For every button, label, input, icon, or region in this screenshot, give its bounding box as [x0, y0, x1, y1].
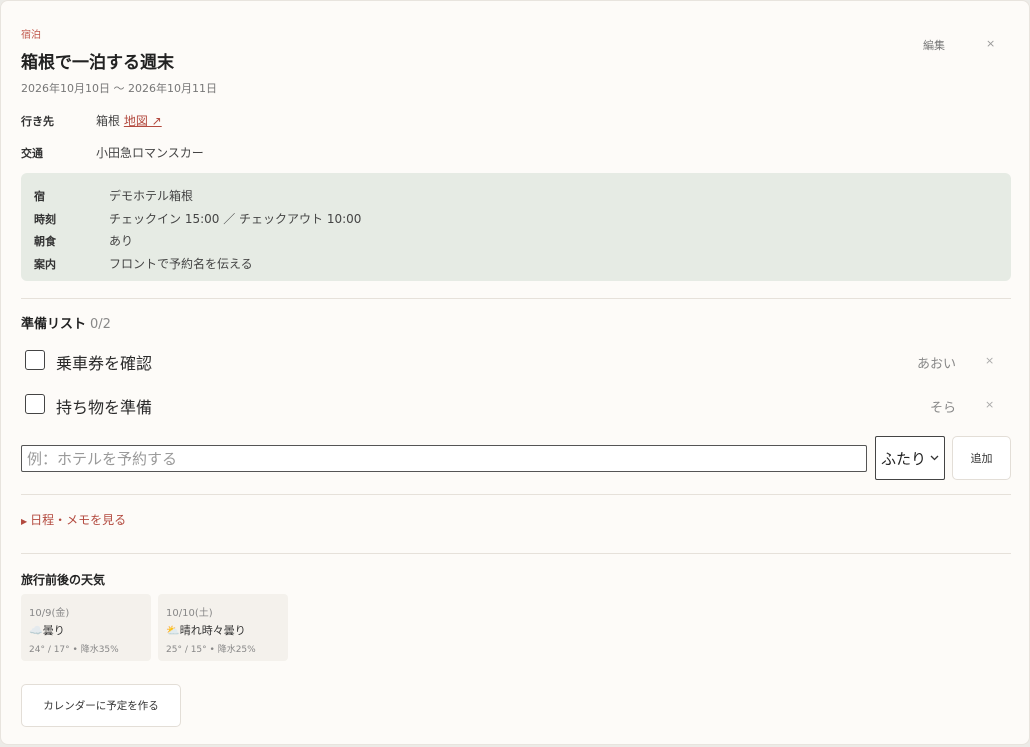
task-assignee: あおい	[917, 357, 957, 372]
hotel-info-box: 宿 デモホテル箱根 時刻 チェックイン 15:00 ／ チェックアウト 10:0…	[21, 173, 1011, 281]
divider	[21, 553, 1011, 554]
weather-date: 10/9(金)	[29, 608, 70, 619]
destination-row: 箱根 地図 ↗	[96, 112, 162, 129]
sun-cloud-icon: ⛅	[166, 624, 180, 637]
task-delete-button[interactable]: ×	[985, 354, 994, 367]
map-link[interactable]: 地図 ↗	[124, 114, 162, 128]
memo-toggle[interactable]: ▶ 日程・メモを見る	[21, 511, 126, 528]
cloud-icon: ☁️	[29, 624, 43, 637]
divider	[21, 298, 1011, 299]
trip-detail-card: 宿泊 箱根で一泊する週末 2026年10月10日 〜 2026年10月11日 編…	[0, 0, 1030, 745]
triangle-right-icon: ▶	[21, 517, 28, 526]
weather-card: 10/10(土) ⛅晴れ時々曇り 25° / 15° • 降水25%	[158, 594, 288, 661]
weather-title: 旅行前後の天気	[21, 573, 106, 587]
destination-label: 行き先	[21, 115, 54, 128]
weather-condition: ☁️曇り	[29, 622, 65, 638]
divider	[21, 494, 1011, 495]
task-checkbox[interactable]	[25, 394, 45, 414]
checklist-title-text: 準備リスト	[21, 317, 87, 332]
weather-condition: ⛅晴れ時々曇り	[166, 622, 246, 638]
weather-date: 10/10(土)	[166, 608, 213, 619]
destination-value: 箱根	[96, 114, 121, 128]
close-button[interactable]: ×	[982, 35, 999, 52]
checklist-title: 準備リスト 0/2	[21, 313, 111, 332]
task-delete-button[interactable]: ×	[985, 398, 994, 411]
weather-condition-text: 晴れ時々曇り	[179, 624, 246, 637]
guide-value: フロントで予約名を伝える	[109, 257, 253, 271]
task-checkbox[interactable]	[25, 350, 45, 370]
checklist-count: 0/2	[90, 317, 111, 332]
transport-label: 交通	[21, 147, 43, 160]
memo-toggle-label: 日程・メモを見る	[30, 513, 127, 527]
breakfast-value: あり	[109, 234, 134, 248]
assignee-select-value: ふたり	[881, 449, 927, 468]
guide-label: 案内	[34, 258, 56, 271]
category-label: 宿泊	[21, 30, 41, 41]
task-label: 乗車券を確認	[56, 354, 153, 373]
hotel-value: デモホテル箱根	[109, 189, 194, 203]
weather-detail: 24° / 17° • 降水35%	[29, 645, 119, 655]
weather-condition-text: 曇り	[42, 624, 65, 637]
assignee-select[interactable]: ふたり	[875, 436, 945, 480]
breakfast-label: 朝食	[34, 235, 56, 248]
weather-card: 10/9(金) ☁️曇り 24° / 17° • 降水35%	[21, 594, 151, 661]
task-label: 持ち物を準備	[56, 398, 153, 417]
chevron-down-icon	[930, 453, 939, 464]
trip-dates: 2026年10月10日 〜 2026年10月11日	[21, 82, 217, 95]
hotel-label: 宿	[34, 190, 45, 203]
time-value: チェックイン 15:00 ／ チェックアウト 10:00	[109, 212, 362, 226]
time-label: 時刻	[34, 213, 56, 226]
edit-button[interactable]: 編集	[917, 35, 951, 55]
add-task-button[interactable]: 追加	[952, 436, 1011, 480]
page-title: 箱根で一泊する週末	[21, 53, 174, 73]
create-calendar-event-button[interactable]: カレンダーに予定を作る	[21, 684, 181, 727]
weather-detail: 25° / 15° • 降水25%	[166, 645, 256, 655]
transport-value: 小田急ロマンスカー	[96, 146, 204, 160]
task-assignee: そら	[930, 401, 957, 416]
new-task-input[interactable]	[21, 445, 867, 472]
